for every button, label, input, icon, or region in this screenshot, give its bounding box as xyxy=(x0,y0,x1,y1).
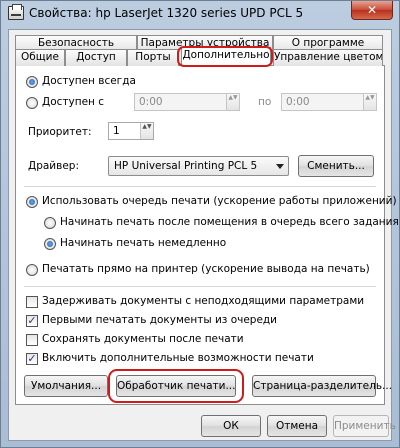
tab-sharing[interactable]: Доступ xyxy=(65,49,127,66)
start-after-last-page-radio[interactable] xyxy=(44,217,56,229)
from-time-field[interactable]: 0:00 ▲▼ xyxy=(134,93,240,111)
print-spooled-first-checkbox[interactable]: ✓ xyxy=(26,315,38,327)
start-immediately-label: Начинать печать немедленно xyxy=(60,237,227,249)
chevron-down-icon xyxy=(276,164,284,169)
change-driver-button[interactable]: Сменить... xyxy=(298,155,374,177)
print-processor-highlight-annotation xyxy=(108,369,244,403)
driver-label: Драйвер: xyxy=(28,160,79,172)
print-spooled-first-label: Первыми печатать документы из очереди xyxy=(42,314,278,326)
apply-button[interactable]: Применить xyxy=(333,415,396,437)
close-button[interactable]: ✕ xyxy=(351,1,393,20)
priority-label: Приоритет: xyxy=(28,126,92,138)
cancel-button[interactable]: Отмена xyxy=(267,415,327,437)
start-immediately-radio[interactable] xyxy=(44,238,56,250)
available-always-label: Доступен всегда xyxy=(42,75,136,87)
advanced-features-label: Включить дополнительные возможности печа… xyxy=(42,352,314,364)
driver-value: HP Universal Printing PCL 5 xyxy=(114,160,258,172)
window-title: Свойства: hp LaserJet 1320 series UPD PC… xyxy=(29,6,304,20)
advanced-features-checkbox[interactable]: ✓ xyxy=(26,353,38,365)
keep-printed-checkbox[interactable] xyxy=(26,334,38,346)
separator xyxy=(24,186,376,187)
to-time-spinner-icon[interactable]: ▲▼ xyxy=(363,94,376,110)
defaults-button[interactable]: Умолчания... xyxy=(24,375,108,397)
use-spooler-radio[interactable] xyxy=(26,196,38,208)
from-time-value: 0:00 xyxy=(139,96,163,108)
print-direct-label: Печатать прямо на принтер (ускорение выв… xyxy=(42,263,370,275)
to-time-value: 0:00 xyxy=(286,96,310,108)
hold-mismatched-label: Задерживать документы с неподходящими па… xyxy=(42,295,365,307)
priority-value: 1 xyxy=(113,125,120,137)
tab-color-management[interactable]: Управление цветом xyxy=(273,49,383,66)
hold-mismatched-checkbox[interactable] xyxy=(26,296,38,308)
printer-icon xyxy=(8,4,24,20)
properties-window: Свойства: hp LaserJet 1320 series UPD PC… xyxy=(0,0,400,448)
tab-general[interactable]: Общие xyxy=(15,49,65,66)
separator-page-button[interactable]: Страница-разделитель... xyxy=(252,375,392,397)
use-spooler-label: Использовать очередь печати (ускорение р… xyxy=(42,195,397,207)
ok-button[interactable]: ОК xyxy=(201,415,261,437)
to-time-field[interactable]: 0:00 ▲▼ xyxy=(281,93,377,111)
priority-field[interactable]: 1 ▲▼ xyxy=(108,122,154,140)
start-after-last-page-label: Начинать печать после помещения в очеред… xyxy=(60,216,399,228)
print-direct-radio[interactable] xyxy=(26,264,38,276)
advanced-panel: Доступен всегда Доступен с 0:00 ▲▼ по 0:… xyxy=(15,65,399,405)
tab-ports[interactable]: Порты xyxy=(127,49,179,66)
separator xyxy=(24,286,376,287)
to-label: по xyxy=(258,96,272,108)
keep-printed-label: Сохранять документы после печати xyxy=(42,333,244,345)
title-bar[interactable]: Свойства: hp LaserJet 1320 series UPD PC… xyxy=(1,1,399,27)
available-from-label: Доступен с xyxy=(42,96,105,108)
available-always-radio[interactable] xyxy=(26,76,38,88)
from-time-spinner-icon[interactable]: ▲▼ xyxy=(226,94,239,110)
available-from-radio[interactable] xyxy=(26,97,38,109)
priority-spinner-icon[interactable]: ▲▼ xyxy=(140,123,153,139)
tab-advanced[interactable]: Дополнительно xyxy=(181,47,271,66)
driver-select[interactable]: HP Universal Printing PCL 5 xyxy=(108,156,289,176)
